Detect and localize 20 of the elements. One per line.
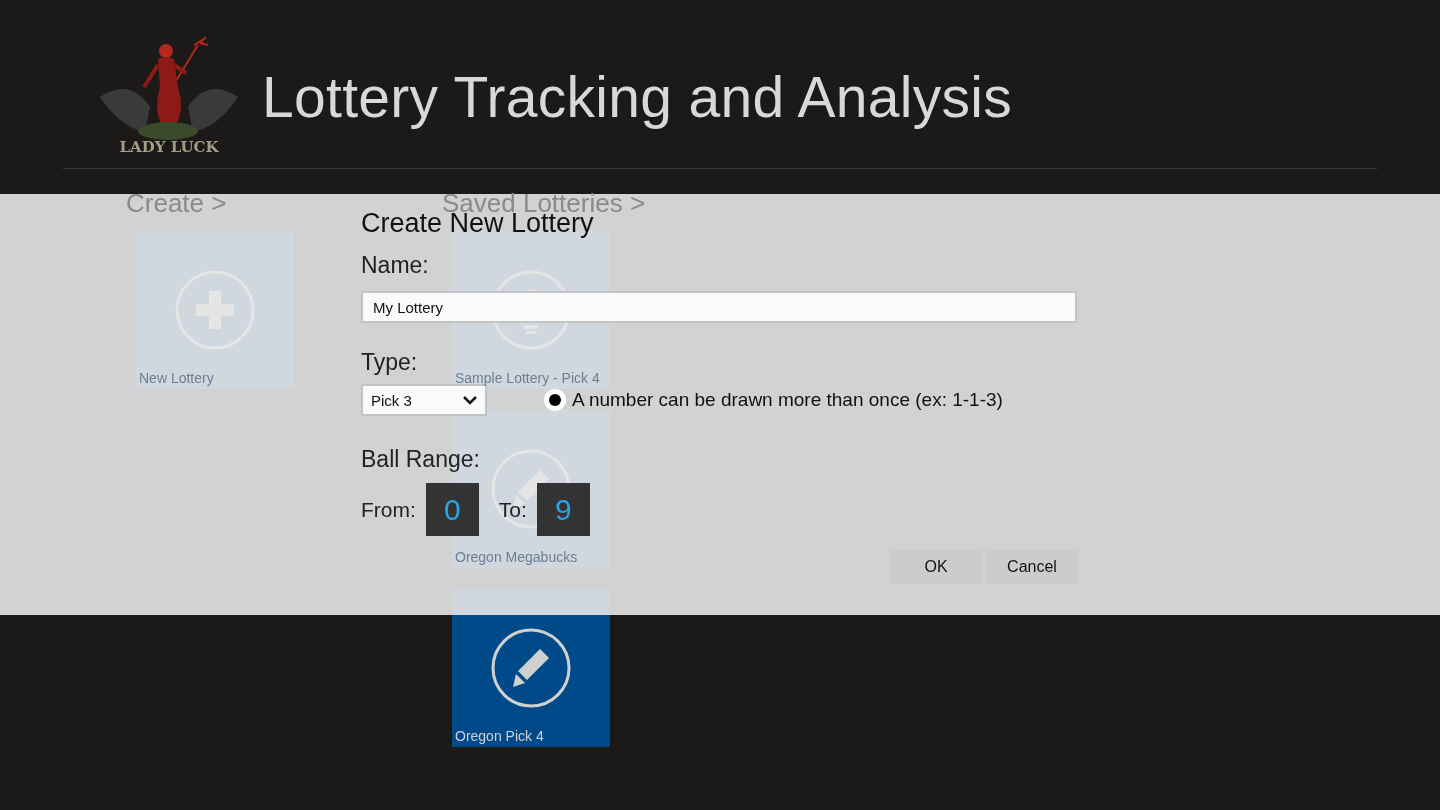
tile-label: New Lottery [139, 370, 214, 386]
logo-drawing: LADY LUCK [100, 37, 238, 157]
ball-range-label: Ball Range: [361, 446, 481, 473]
to-number-field[interactable]: 9 [536, 483, 590, 536]
type-label: Type: [361, 349, 419, 376]
tile-label: Oregon Pick 4 [455, 728, 544, 744]
chevron-down-icon [463, 395, 477, 405]
repeat-radio-option[interactable]: A number can be drawn more than once (ex: 1-1-3) [544, 389, 1003, 411]
name-input-field[interactable]: My Lottery [361, 291, 1077, 323]
tile-label: Sample Lottery - Pick 4 [455, 370, 600, 386]
to-label: To: [498, 497, 527, 522]
type-dropdown[interactable]: Pick 3 [361, 384, 487, 416]
from-number-field[interactable]: 0 [425, 483, 479, 536]
tile-label: Oregon Megabucks [455, 549, 578, 565]
dialog-button[interactable]: OK [891, 550, 981, 584]
dialog-button[interactable]: Cancel [987, 550, 1077, 584]
from-label: From: [361, 497, 416, 522]
app-title: Lottery Tracking and Analysis [262, 64, 1013, 130]
name-label: Name: [361, 252, 430, 279]
pencil-circle-icon [490, 627, 572, 709]
